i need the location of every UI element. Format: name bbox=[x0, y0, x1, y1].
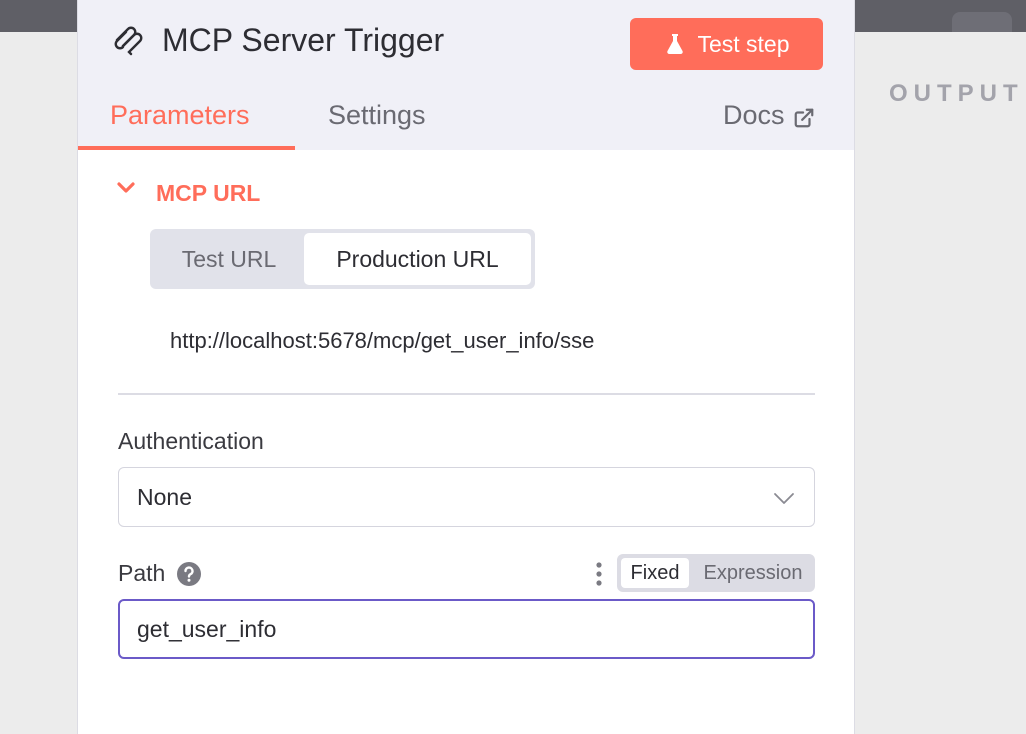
node-title: MCP Server Trigger bbox=[162, 22, 445, 58]
section-title-mcp-url[interactable]: MCP URL bbox=[156, 180, 260, 207]
topbar-pill bbox=[952, 12, 1012, 32]
authentication-label: Authentication bbox=[118, 428, 264, 454]
divider bbox=[118, 393, 815, 395]
tab-settings[interactable]: Settings bbox=[328, 100, 426, 131]
authentication-value: None bbox=[137, 484, 192, 510]
mcp-icon bbox=[114, 26, 143, 56]
flask-icon bbox=[667, 34, 684, 55]
chevron-down-icon bbox=[774, 493, 794, 504]
authentication-select[interactable]: None bbox=[118, 467, 815, 527]
section-collapse-toggle[interactable] bbox=[116, 178, 136, 198]
chevron-down-icon bbox=[117, 182, 135, 193]
fixed-expression-toggle: Fixed Expression bbox=[617, 554, 815, 592]
mode-expression-option[interactable]: Expression bbox=[695, 558, 811, 588]
help-icon[interactable] bbox=[176, 561, 202, 587]
production-url-option[interactable]: Production URL bbox=[304, 233, 531, 285]
output-panel-label: OUTPUT bbox=[889, 80, 1024, 107]
more-options-icon[interactable] bbox=[592, 561, 606, 587]
webhook-url[interactable]: http://localhost:5678/mcp/get_user_info/… bbox=[170, 328, 594, 354]
path-label: Path bbox=[118, 560, 166, 586]
tab-parameters[interactable]: Parameters bbox=[110, 100, 250, 131]
node-parameters-panel: MCP Server Trigger Test step Parameters … bbox=[77, 0, 855, 734]
canvas-topbar bbox=[0, 0, 80, 32]
path-input[interactable] bbox=[118, 599, 815, 659]
active-tab-indicator bbox=[78, 146, 295, 150]
external-link-icon bbox=[794, 108, 813, 127]
canvas-topbar-right bbox=[852, 0, 1026, 32]
panel-header: MCP Server Trigger Test step Parameters … bbox=[78, 0, 854, 150]
docs-link[interactable]: Docs bbox=[723, 100, 815, 131]
test-step-label: Test step bbox=[697, 30, 790, 57]
url-type-switch: Test URL Production URL bbox=[150, 229, 535, 289]
mode-fixed-option[interactable]: Fixed bbox=[621, 558, 689, 588]
test-url-option[interactable]: Test URL bbox=[154, 233, 304, 285]
docs-label: Docs bbox=[723, 100, 785, 130]
test-step-button[interactable]: Test step bbox=[630, 18, 823, 70]
